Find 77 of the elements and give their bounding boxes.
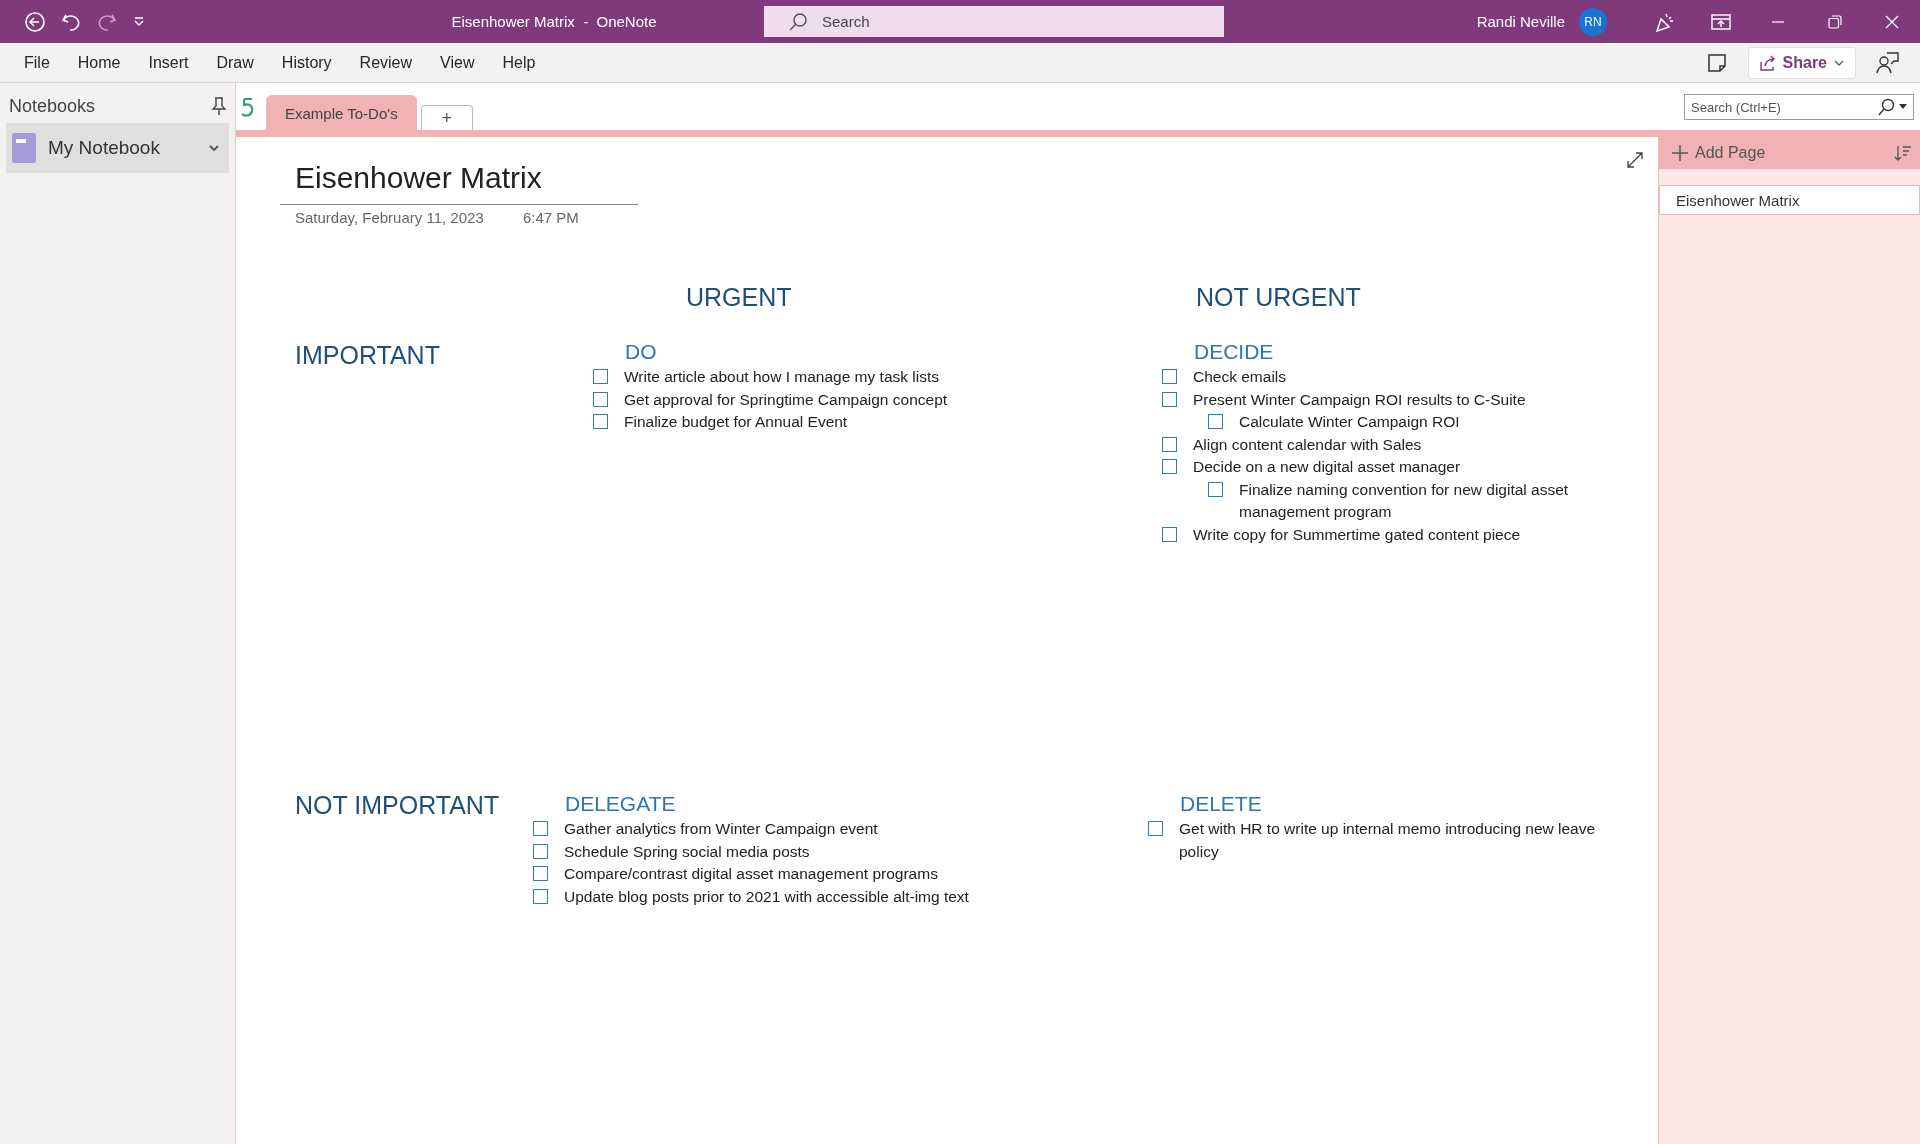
- expand-icon[interactable]: [1626, 151, 1644, 169]
- task-text: Present Winter Campaign ROI results to C-Suite: [1193, 389, 1527, 410]
- share-button[interactable]: Share: [1747, 46, 1856, 79]
- share-icon: [1758, 53, 1777, 72]
- menu-item[interactable]: Insert: [134, 53, 203, 72]
- page-search-field[interactable]: Search (Ctrl+E): [1684, 94, 1914, 120]
- search-field[interactable]: Search: [764, 6, 1224, 37]
- ribbon-display-icon[interactable]: [1710, 12, 1731, 31]
- task-checkbox[interactable]: [593, 391, 608, 407]
- menu-item[interactable]: File: [10, 53, 64, 72]
- row-heading: NOT IMPORTANT: [295, 791, 500, 820]
- page-item[interactable]: Eisenhower Matrix: [1659, 185, 1920, 215]
- user-avatar[interactable]: RN: [1579, 7, 1607, 36]
- task-checkbox[interactable]: [1162, 436, 1177, 452]
- sync-icon[interactable]: [240, 95, 256, 118]
- row-heading: IMPORTANT: [295, 341, 440, 370]
- page-title: Eisenhower Matrix: [295, 161, 542, 195]
- task-checkbox[interactable]: [1162, 526, 1177, 542]
- caret-icon: [1899, 104, 1907, 110]
- task-text: Decide on a new digital asset manager: [1193, 457, 1462, 477]
- task-checkbox[interactable]: [533, 843, 548, 859]
- task-text: Finalize budget for Annual Event: [624, 412, 849, 432]
- back-icon[interactable]: [24, 10, 46, 33]
- feedback-icon[interactable]: [1876, 50, 1900, 75]
- sort-icon[interactable]: [1894, 144, 1912, 162]
- column-heading: NOT URGENT: [1196, 283, 1361, 312]
- task-text: Write article about how I manage my task lists: [624, 367, 940, 387]
- quadrant-heading: DO: [625, 340, 658, 364]
- menu-item[interactable]: Help: [488, 53, 550, 72]
- menu-item[interactable]: History: [267, 53, 346, 72]
- menu-item[interactable]: Draw: [202, 53, 268, 72]
- task-text: Calculate Winter Campaign ROI: [1239, 412, 1461, 432]
- task-checkbox[interactable]: [593, 369, 608, 384]
- task-checkbox[interactable]: [1208, 481, 1223, 497]
- task-text: Schedule Spring social media posts: [564, 841, 811, 862]
- quadrant-heading: DELEGATE: [565, 792, 677, 816]
- page-date: Saturday, February 11, 2023: [295, 209, 484, 226]
- plus-icon: [1671, 144, 1689, 162]
- quadrant-heading: DELETE: [1180, 792, 1263, 816]
- menu-item[interactable]: View: [426, 53, 489, 72]
- task-checkbox[interactable]: [1148, 821, 1163, 836]
- close-icon[interactable]: [1884, 14, 1899, 29]
- add-section-tab[interactable]: +: [420, 105, 473, 130]
- task-text: Update blog posts prior to 2021 with accessible alt-img text: [564, 886, 970, 907]
- task-text: Compare/contrast digital asset management programs: [564, 864, 939, 884]
- search-icon: [1877, 98, 1895, 116]
- menu-item[interactable]: Home: [63, 53, 135, 72]
- section-tab[interactable]: Example To-Do's: [266, 95, 417, 130]
- quadrant-heading: DECIDE: [1194, 340, 1275, 364]
- search-icon: [788, 11, 808, 32]
- restore-icon[interactable]: [1827, 14, 1842, 29]
- sticky-note-icon[interactable]: [1705, 51, 1728, 74]
- task-checkbox[interactable]: [1162, 459, 1177, 474]
- menu-item[interactable]: Review: [345, 53, 427, 72]
- task-text: Get approval for Springtime Campaign concept: [624, 389, 949, 410]
- pin-icon[interactable]: [211, 96, 227, 116]
- task-text: Align content calendar with Sales: [1193, 434, 1423, 455]
- task-text: Finalize naming convention for new digital asset management program: [1239, 479, 1570, 522]
- window-title: Eisenhower Matrix - OneNote: [450, 13, 658, 30]
- task-text: Get with HR to write up internal memo introducing new leave policy: [1179, 819, 1597, 862]
- task-checkbox[interactable]: [1208, 414, 1223, 429]
- task-checkbox[interactable]: [533, 888, 548, 904]
- notebook-icon: [10, 132, 38, 164]
- task-checkbox[interactable]: [1162, 369, 1177, 384]
- task-checkbox[interactable]: [533, 866, 548, 881]
- column-heading: URGENT: [686, 283, 792, 312]
- task-text: Gather analytics from Winter Campaign event: [564, 819, 879, 839]
- task-text: Write copy for Summertime gated content piece: [1193, 524, 1522, 545]
- task-checkbox[interactable]: [1162, 391, 1177, 407]
- user-name: Randi Neville: [1476, 13, 1565, 30]
- sidebar-heading: Notebooks: [9, 95, 96, 117]
- task-text: Check emails: [1193, 367, 1288, 387]
- task-checkbox[interactable]: [533, 821, 548, 836]
- page-time: 6:47 PM: [523, 209, 579, 226]
- add-page-button[interactable]: Add Page: [1659, 137, 1920, 169]
- notebook-item[interactable]: My Notebook: [6, 123, 229, 173]
- task-checkbox[interactable]: [593, 414, 608, 429]
